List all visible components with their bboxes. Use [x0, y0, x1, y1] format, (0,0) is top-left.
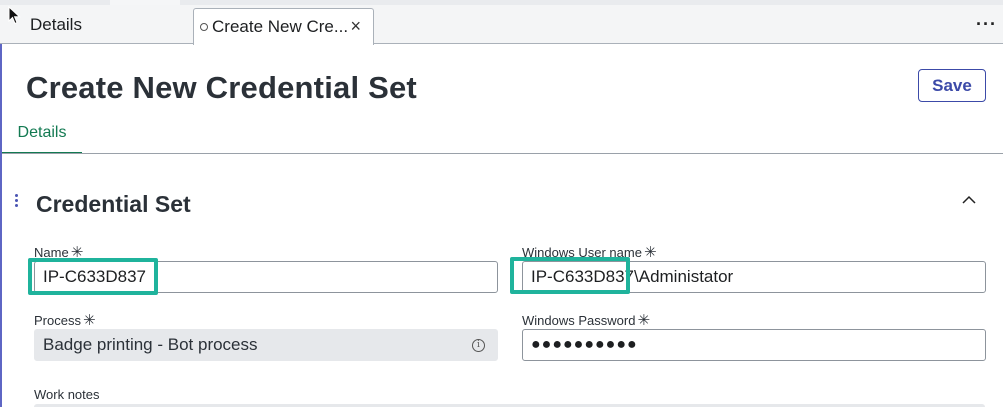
subtab-details[interactable]: Details	[2, 124, 82, 154]
tab-bar: Details Create New Cre... × ···	[0, 5, 1003, 45]
work-notes-label-text: Work notes	[34, 387, 100, 402]
windows-user-highlight-box	[510, 257, 630, 294]
required-icon: ✳	[637, 312, 651, 329]
windows-password-input[interactable]: ●●●●●●●●●●	[522, 329, 986, 361]
process-value: Badge printing - Bot process	[43, 335, 258, 354]
tab-create-credential-set[interactable]: Create New Cre... ×	[193, 8, 374, 45]
process-field: Badge printing - Bot process i	[34, 329, 498, 361]
left-accent-edge	[0, 44, 2, 407]
chevron-up-icon[interactable]	[962, 195, 976, 205]
windows-password-label: Windows Password ✳	[522, 311, 650, 329]
info-icon[interactable]: i	[472, 339, 485, 352]
work-notes-label: Work notes	[34, 387, 100, 402]
process-label: Process ✳	[34, 311, 96, 329]
section-title: Credential Set	[36, 191, 191, 217]
page-title: Create New Credential Set	[26, 70, 417, 105]
required-icon: ✳	[643, 244, 657, 261]
close-icon[interactable]: ×	[350, 16, 361, 37]
drag-handle-icon[interactable]	[15, 194, 20, 208]
tab-details[interactable]: Details	[0, 5, 193, 44]
mouse-cursor-icon	[8, 6, 21, 25]
process-label-text: Process	[34, 313, 81, 328]
tab-label: Create New Cre...	[212, 17, 349, 36]
name-highlight-box	[28, 258, 158, 295]
required-icon: ✳	[82, 312, 96, 329]
subtab-divider	[2, 153, 1003, 154]
unsaved-dot-icon	[200, 23, 208, 31]
windows-password-value: ●●●●●●●●●●	[531, 336, 638, 353]
save-button[interactable]: Save	[918, 69, 986, 102]
windows-password-label-text: Windows Password	[522, 313, 636, 328]
more-options-icon[interactable]: ···	[976, 14, 997, 35]
